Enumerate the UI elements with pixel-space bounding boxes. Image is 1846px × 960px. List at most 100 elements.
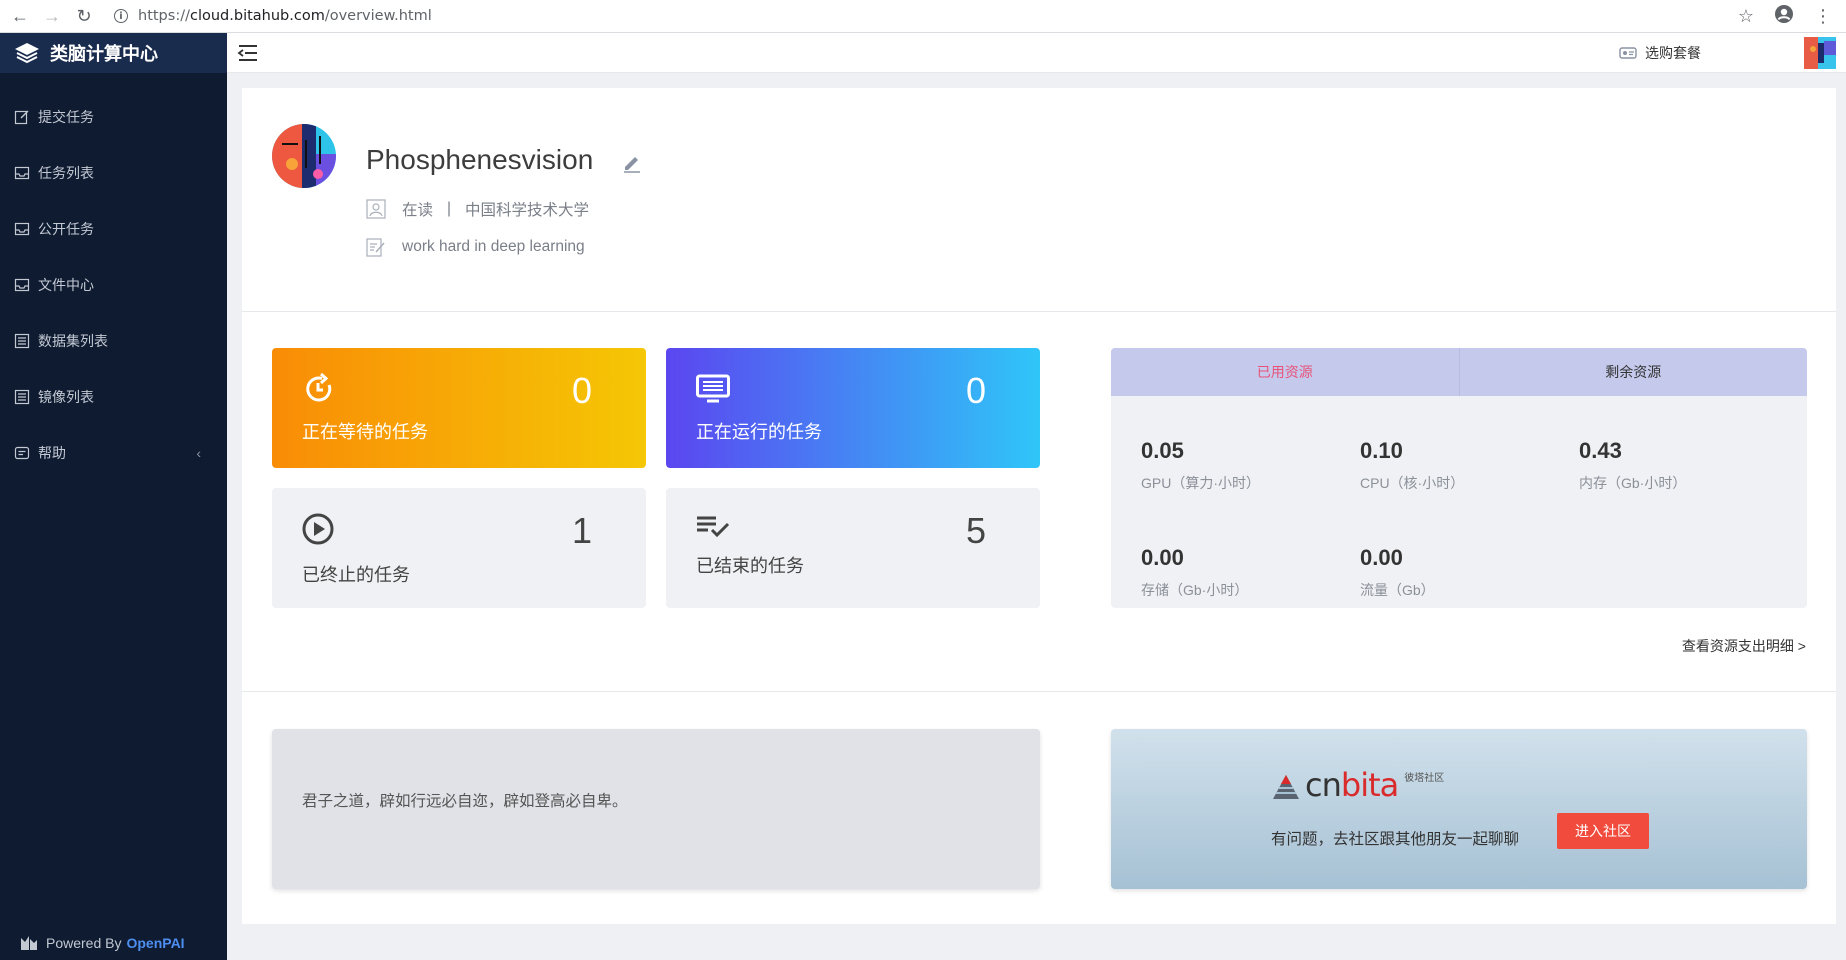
purchase-plan-link[interactable]: 选购套餐 [1619,33,1701,73]
resource-tabs: 已用资源 剩余资源 [1111,348,1807,396]
chevron-left-icon[interactable]: ‹ [196,445,201,461]
sidebar-item-label: 任务列表 [38,165,94,181]
sidebar-item-label: 文件中心 [38,277,94,293]
monitor-icon [696,374,730,403]
sidebar-item-image-list[interactable]: 镜像列表 [0,369,227,425]
menu-toggle-icon[interactable] [237,43,259,63]
waiting-count: 0 [571,370,592,411]
checklist-icon [697,516,730,538]
resource-traffic: 0.00 流量（Gb） [1360,545,1560,600]
layers-logo-icon [15,43,39,64]
list-icon [14,333,30,349]
running-count: 0 [965,370,986,411]
url-prefix: https:// [138,8,190,24]
finished-tasks-card[interactable]: 5 已结束的任务 [666,488,1040,608]
sidebar-item-label: 数据集列表 [38,333,108,349]
browser-toolbar: ← → ↻ i https://cloud.bitahub.com/overvi… [0,0,1846,33]
resource-detail-link[interactable]: 查看资源支出明细 > [1682,636,1806,656]
finished-count: 5 [965,510,986,551]
refresh-clock-icon [306,372,332,402]
profile-section: Phosphenesvision 在读 | 中国科学技术大学 work hard… [242,88,1836,312]
resource-cpu: 0.10 CPU（核·小时） [1360,438,1560,493]
sidebar-item-submit-task[interactable]: 提交任务 [0,89,227,145]
list-icon [14,389,30,405]
user-avatar[interactable] [1804,37,1836,69]
sidebar: 类脑计算中心 提交任务 任务列表 公开任务 文件中心 数据集列表 镜像列表 帮助… [0,33,227,960]
resource-label: CPU（核·小时） [1360,475,1465,491]
ticket-icon [1619,47,1637,59]
help-icon [14,446,30,460]
profile-status: 在读 [402,202,434,219]
resource-gpu: 0.05 GPU（算力·小时） [1141,438,1341,493]
resource-label: 内存（Gb·小时） [1579,475,1687,491]
section-divider [242,691,1836,692]
resource-value: 0.43 [1579,438,1622,463]
logo-bita: bita [1340,766,1399,804]
enter-community-button[interactable]: 进入社区 [1557,813,1649,849]
reload-icon[interactable]: ↻ [72,4,96,28]
community-card: cnbita 彼塔社区 有问题，去社区跟其他朋友一起聊聊 进入社区 [1111,729,1807,889]
note-edit-icon [366,238,385,257]
inbox-icon [14,278,30,292]
powered-by-label: Powered By [46,935,122,951]
pencil-edit-icon[interactable] [621,152,643,174]
back-icon[interactable]: ← [8,4,32,28]
overview-panel: Phosphenesvision 在读 | 中国科学技术大学 work hard… [242,88,1836,924]
running-label: 正在运行的任务 [696,422,822,442]
running-tasks-card[interactable]: 0 正在运行的任务 [666,348,1040,468]
sidebar-item-label: 公开任务 [38,221,94,237]
resource-value: 0.00 [1141,545,1184,570]
sidebar-item-public-tasks[interactable]: 公开任务 [0,201,227,257]
forward-icon[interactable]: → [40,4,64,28]
bookmark-star-icon[interactable]: ☆ [1738,6,1754,27]
resource-value: 0.00 [1360,545,1403,570]
url-path: /overview.html [324,8,432,24]
inbox-icon [14,222,30,236]
tab-used-resources[interactable]: 已用资源 [1111,348,1460,396]
stopped-count: 1 [571,510,592,551]
quote-text: 君子之道，辟如行远必自迩，辟如登高必自卑。 [302,793,628,810]
logo-tag: 彼塔社区 [1404,773,1445,784]
resource-label: 流量（Gb） [1360,582,1435,598]
browser-menu-icon[interactable]: ⋮ [1814,6,1832,27]
edit-icon [14,110,29,125]
cnbita-wordmark: cnbita [1305,766,1399,804]
resource-label: 存储（Gb·小时） [1141,582,1249,598]
sidebar-item-help[interactable]: 帮助 ‹ [0,425,227,481]
sidebar-item-label: 帮助 [38,445,66,461]
profile-bio-row: work hard in deep learning [366,237,585,257]
brand-name: 类脑计算中心 [50,44,158,64]
resource-value: 0.05 [1141,438,1184,463]
plan-label: 选购套餐 [1645,45,1701,61]
resource-value: 0.10 [1360,438,1403,463]
finished-label: 已结束的任务 [696,556,804,576]
resource-storage: 0.00 存储（Gb·小时） [1141,545,1341,600]
url-host: cloud.bitahub.com [189,8,325,24]
resource-panel: 已用资源 剩余资源 0.05 GPU（算力·小时） 0.10 CPU（核·小时）… [1111,348,1807,608]
waiting-label: 正在等待的任务 [302,422,428,442]
tab-remaining-resources[interactable]: 剩余资源 [1460,348,1808,396]
sidebar-item-task-list[interactable]: 任务列表 [0,145,227,201]
cnbita-logo[interactable]: cnbita 彼塔社区 [1271,769,1444,801]
profile-school: 中国科学技术大学 [465,202,590,219]
brand[interactable]: 类脑计算中心 [0,33,227,73]
user-card-icon [366,199,386,219]
pyramid-logo-icon [1273,775,1299,799]
inbox-icon [14,166,30,180]
sidebar-item-dataset-list[interactable]: 数据集列表 [0,313,227,369]
openpai-logo-icon [21,936,37,950]
account-icon[interactable] [1774,4,1794,29]
address-bar[interactable]: i https://cloud.bitahub.com/overview.htm… [114,8,432,24]
sidebar-item-label: 镜像列表 [38,389,94,405]
site-info-icon[interactable]: i [114,9,128,23]
profile-avatar[interactable] [272,124,336,188]
community-text: 有问题，去社区跟其他朋友一起聊聊 [1271,831,1520,848]
stopped-label: 已终止的任务 [302,565,410,585]
resource-memory: 0.43 内存（Gb·小时） [1579,438,1779,493]
quote-card: 君子之道，辟如行远必自迩，辟如登高必自卑。 [272,729,1040,889]
top-header: 选购套餐 [227,33,1846,73]
waiting-tasks-card[interactable]: 0 正在等待的任务 [272,348,646,468]
openpai-link[interactable]: OpenPAI [126,935,184,951]
sidebar-item-file-center[interactable]: 文件中心 [0,257,227,313]
stopped-tasks-card[interactable]: 1 已终止的任务 [272,488,646,608]
